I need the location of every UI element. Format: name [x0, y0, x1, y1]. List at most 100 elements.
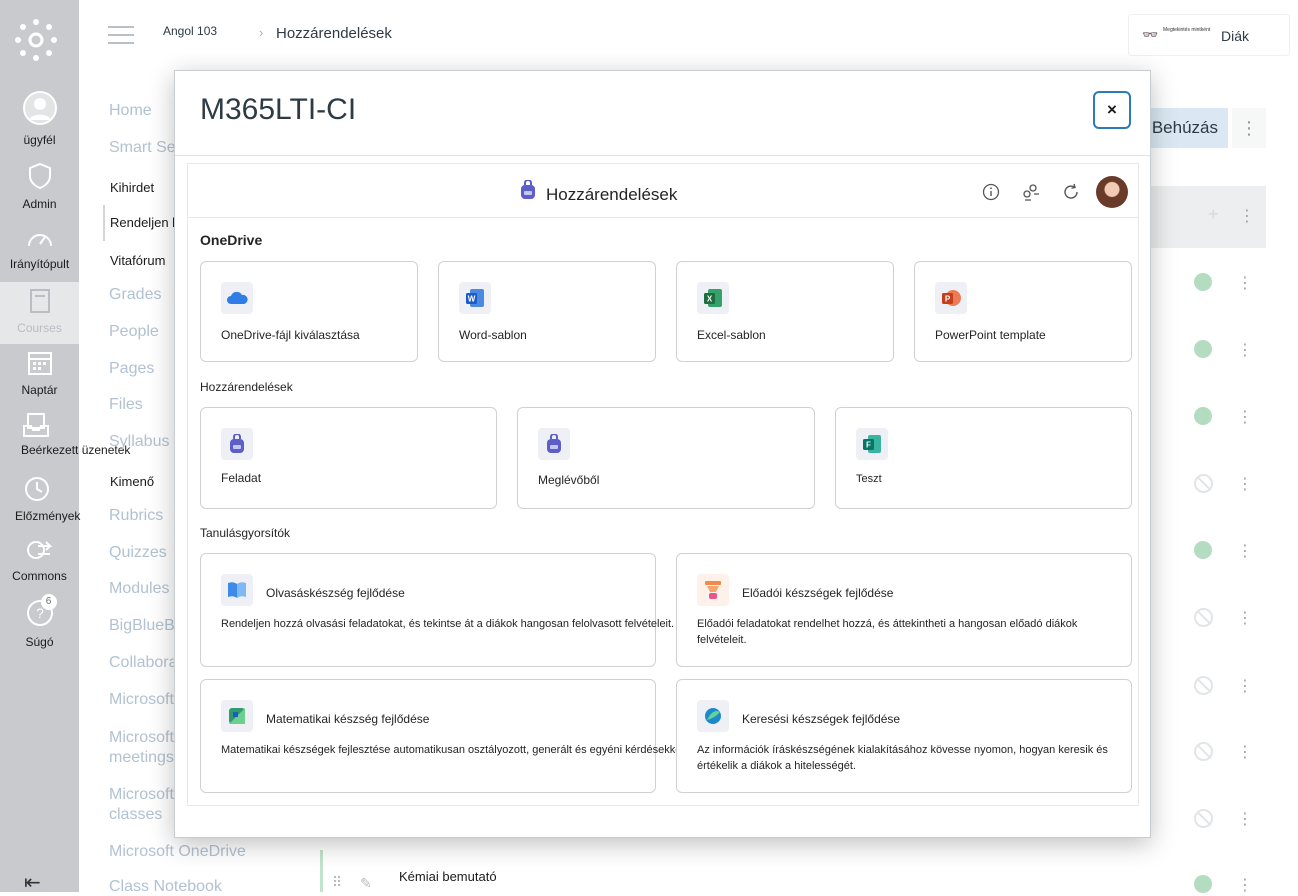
global-nav-admin[interactable]: Admin — [0, 162, 79, 211]
powerpoint-icon: P — [935, 282, 967, 314]
glasses-icon: 👓 — [1142, 27, 1159, 42]
course-nav-home[interactable]: Home — [109, 102, 152, 120]
breadcrumb-separator-icon: › — [259, 25, 264, 40]
unpublished-icon[interactable] — [1194, 809, 1213, 828]
course-nav-announcements[interactable]: Kihirdet — [110, 178, 169, 197]
breadcrumb-current: Hozzárendelések — [276, 25, 392, 42]
refresh-icon[interactable] — [1062, 183, 1080, 206]
book-icon — [0, 288, 79, 317]
card-label: Meglévőből — [538, 473, 600, 487]
global-nav-dashboard[interactable]: Irányítópult — [0, 226, 79, 271]
unpublished-icon[interactable] — [1194, 608, 1213, 627]
user-avatar[interactable] — [1096, 176, 1128, 208]
published-icon[interactable] — [1194, 875, 1212, 893]
global-nav-calendar[interactable]: Naptár — [0, 350, 79, 397]
app-frame: Hozzárendelések OneDrive OneDrive-fájl k… — [187, 163, 1139, 806]
course-nav-microsoft[interactable]: Microsoft — [109, 691, 174, 709]
feedback-icon[interactable] — [1022, 183, 1040, 206]
row-kebab-icon[interactable]: ⋮ — [1237, 340, 1253, 360]
published-icon[interactable] — [1194, 541, 1212, 559]
course-nav-microsoft-classes[interactable]: Microsoft classes — [109, 785, 174, 825]
section-accelerators-title: Tanulásgyorsítók — [200, 526, 291, 540]
lti-modal: M365LTI-CI × Hozzárendelések OneDrive On… — [174, 70, 1151, 838]
course-nav-rubrics[interactable]: Rubrics — [109, 507, 163, 525]
course-nav-quizzes[interactable]: Quizzes — [109, 544, 167, 562]
card-math-progress[interactable]: Matematikai készség fejlődése Matematika… — [200, 679, 687, 793]
global-nav-commons[interactable]: Commons — [0, 538, 79, 583]
card-search-progress[interactable]: Keresési készségek fejlődése Az informác… — [676, 679, 1132, 793]
course-nav-syllabus[interactable]: Syllabus — [109, 433, 169, 451]
info-icon[interactable] — [982, 183, 1000, 206]
breadcrumb-course[interactable]: Angol 103 — [163, 24, 217, 38]
row-kebab-icon[interactable]: ⋮ — [1237, 742, 1253, 762]
clock-icon — [24, 476, 104, 505]
global-nav-history[interactable]: Előzmények — [14, 476, 104, 523]
card-label: Előadói készségek fejlődése — [742, 586, 894, 600]
card-powerpoint-template[interactable]: P PowerPoint template — [914, 261, 1132, 362]
page-options-kebab-icon[interactable]: ⋮ — [1232, 108, 1266, 148]
global-nav-help[interactable]: ? 6 Súgó — [0, 594, 79, 649]
row-kebab-icon[interactable]: ⋮ — [1237, 809, 1253, 829]
row-kebab-icon[interactable]: ⋮ — [1237, 273, 1253, 293]
course-nav-class-notebook[interactable]: Class Notebook — [109, 878, 222, 896]
dashboard-icon — [0, 226, 79, 253]
course-nav-pages[interactable]: Pages — [109, 360, 154, 378]
card-from-existing[interactable]: Meglévőből — [517, 407, 815, 509]
global-nav-account[interactable]: ügyfél — [0, 90, 79, 147]
course-nav-modules[interactable]: Modules — [109, 580, 169, 598]
global-nav-label: Naptár — [21, 383, 58, 397]
card-onedrive-file[interactable]: OneDrive-fájl kiválasztása — [200, 261, 418, 362]
close-button[interactable]: × — [1093, 91, 1131, 129]
search-progress-icon — [697, 700, 729, 732]
course-nav-people[interactable]: People — [109, 323, 159, 341]
assignment-group-header: + ⋮ — [1150, 186, 1266, 248]
course-nav-microsoft-onedrive[interactable]: Microsoft OneDrive — [109, 843, 246, 861]
global-nav-label: ügyfél — [23, 133, 56, 147]
row-kebab-icon[interactable]: ⋮ — [1237, 676, 1253, 696]
row-kebab-icon[interactable]: ⋮ — [1237, 407, 1253, 427]
global-nav-label: Irányítópult — [9, 257, 70, 271]
global-nav-courses[interactable]: Courses — [0, 282, 79, 344]
course-nav-discussions[interactable]: Vitafórum — [110, 251, 180, 270]
unpublished-icon[interactable] — [1194, 676, 1213, 695]
collapse-nav-icon[interactable]: ⇤ — [24, 870, 41, 895]
card-quiz[interactable]: F Teszt — [835, 407, 1132, 509]
global-nav-label: Előzmények — [15, 509, 81, 523]
published-icon[interactable] — [1194, 340, 1212, 358]
indent-button-label: Behúzás — [1151, 118, 1218, 137]
course-nav-outcomes[interactable]: Kimenő — [110, 472, 169, 491]
course-nav-grades[interactable]: Grades — [109, 286, 161, 304]
group-kebab-icon[interactable]: ⋮ — [1239, 206, 1255, 226]
drag-handle-icon[interactable]: ⠿ — [332, 874, 342, 891]
course-nav-microsoft-meetings[interactable]: Microsoft meetings — [109, 728, 174, 768]
row-kebab-icon[interactable]: ⋮ — [1237, 474, 1253, 494]
student-view-label: Diák — [1221, 28, 1250, 44]
indent-button[interactable]: Behúzás — [1140, 108, 1228, 148]
row-kebab-icon[interactable]: ⋮ — [1237, 541, 1253, 561]
canvas-logo-icon[interactable] — [14, 18, 58, 67]
card-word-template[interactable]: W Word-sablon — [438, 261, 656, 362]
card-reading-progress[interactable]: Olvasáskészség fejlődése Rendeljen hozzá… — [200, 553, 674, 667]
published-icon[interactable] — [1194, 407, 1212, 425]
student-view-button[interactable]: 👓 Megtekintés mintként Diák — [1128, 14, 1290, 56]
unpublished-icon[interactable] — [1194, 474, 1213, 493]
assignment-title[interactable]: Kémiai bemutató — [397, 867, 503, 886]
card-speaker-progress[interactable]: Előadói készségek fejlődése Előadói fela… — [676, 553, 1132, 667]
card-excel-template[interactable]: X Excel-sablon — [676, 261, 894, 362]
course-nav-files[interactable]: Files — [109, 396, 143, 414]
assignment-icon: ✎ — [360, 875, 372, 891]
add-icon[interactable]: + — [1208, 204, 1219, 225]
global-nav-label: Courses — [17, 321, 62, 335]
shield-icon — [0, 162, 79, 193]
unpublished-icon[interactable] — [1194, 742, 1213, 761]
backpack-icon — [538, 428, 570, 460]
card-label: Excel-sablon — [697, 328, 766, 342]
card-assignment[interactable]: Feladat — [200, 407, 497, 509]
card-label: PowerPoint template — [935, 328, 1046, 342]
row-kebab-icon[interactable]: ⋮ — [1237, 608, 1253, 628]
row-kebab-icon[interactable]: ⋮ — [1237, 875, 1253, 895]
card-label: Word-sablon — [459, 328, 527, 342]
help-icon: ? 6 — [25, 594, 57, 631]
published-icon[interactable] — [1194, 273, 1212, 291]
hamburger-menu-icon[interactable] — [108, 26, 134, 50]
